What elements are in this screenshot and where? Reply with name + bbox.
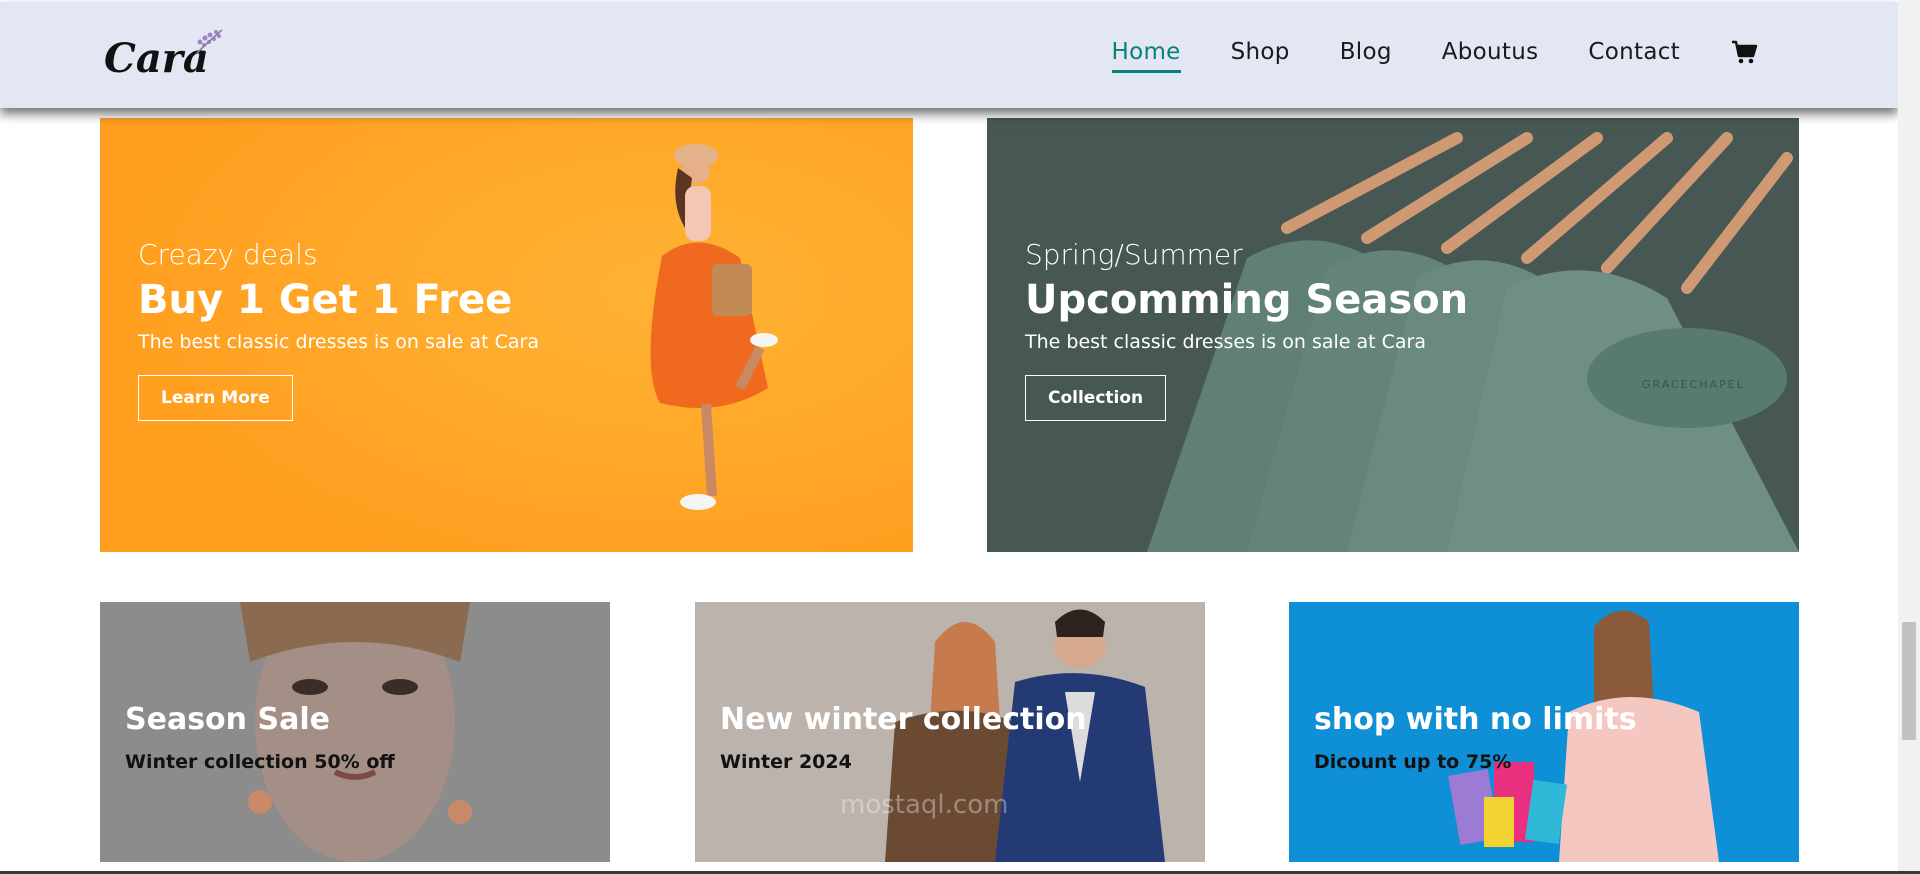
watermark-text: mostaql.com: [840, 790, 1009, 820]
svg-text:GRACECHAPEL: GRACECHAPEL: [1642, 378, 1745, 391]
site-header: Cara Home Shop Blog Aboutus Contact: [0, 2, 1898, 108]
banner-text: New winter collection Winter 2024: [720, 702, 1087, 773]
banner-shop-no-limits[interactable]: shop with no limits Dicount up to 75%: [1289, 602, 1799, 862]
banner-text: Creazy deals Buy 1 Get 1 Free The best c…: [138, 238, 539, 421]
banner-description: The best classic dresses is on sale at C…: [1025, 331, 1426, 353]
scrollbar-thumb[interactable]: [1902, 622, 1916, 740]
shopping-cart-icon[interactable]: [1730, 38, 1758, 66]
banner-eyebrow: Creazy deals: [138, 238, 318, 271]
vertical-scrollbar[interactable]: [1898, 0, 1920, 874]
banner-title: Buy 1 Get 1 Free: [138, 277, 513, 323]
nav-home[interactable]: Home: [1111, 39, 1181, 73]
banner-text: shop with no limits Dicount up to 75%: [1314, 702, 1637, 773]
nav-aboutus[interactable]: Aboutus: [1442, 39, 1539, 65]
banner-buy-one-get-one: Creazy deals Buy 1 Get 1 Free The best c…: [100, 118, 913, 552]
banner-title: shop with no limits: [1314, 702, 1637, 737]
learn-more-button[interactable]: Learn More: [138, 375, 293, 421]
banner-subtitle: Winter collection 50% off: [125, 751, 395, 773]
banner-upcoming-season: GRACECHAPEL Spring/Summer Upcomming Seas…: [987, 118, 1799, 552]
banner-subtitle: Dicount up to 75%: [1314, 751, 1512, 773]
svg-text:Cara: Cara: [104, 35, 209, 82]
banner-description: The best classic dresses is on sale at C…: [138, 331, 539, 353]
main-nav: Home Shop Blog Aboutus Contact: [1062, 38, 1759, 73]
collection-button[interactable]: Collection: [1025, 375, 1167, 421]
page-viewport: Cara Home Shop Blog Aboutus Contact Crea…: [0, 0, 1898, 874]
nav-blog[interactable]: Blog: [1340, 39, 1392, 65]
banner-subtitle: Winter 2024: [720, 751, 852, 773]
cara-logo[interactable]: Cara: [100, 24, 225, 84]
banner-title: Upcomming Season: [1025, 277, 1469, 323]
nav-contact[interactable]: Contact: [1588, 39, 1680, 65]
banner-eyebrow: Spring/Summer: [1025, 238, 1243, 271]
nav-shop[interactable]: Shop: [1231, 39, 1290, 65]
banner-text: Season Sale Winter collection 50% off: [125, 702, 395, 773]
banner-new-winter-collection[interactable]: New winter collection Winter 2024: [695, 602, 1205, 862]
banner-text: Spring/Summer Upcomming Season The best …: [1025, 238, 1468, 421]
banner-season-sale[interactable]: Season Sale Winter collection 50% off: [100, 602, 610, 862]
banner-title: New winter collection: [720, 702, 1087, 737]
banner-title: Season Sale: [125, 702, 330, 737]
